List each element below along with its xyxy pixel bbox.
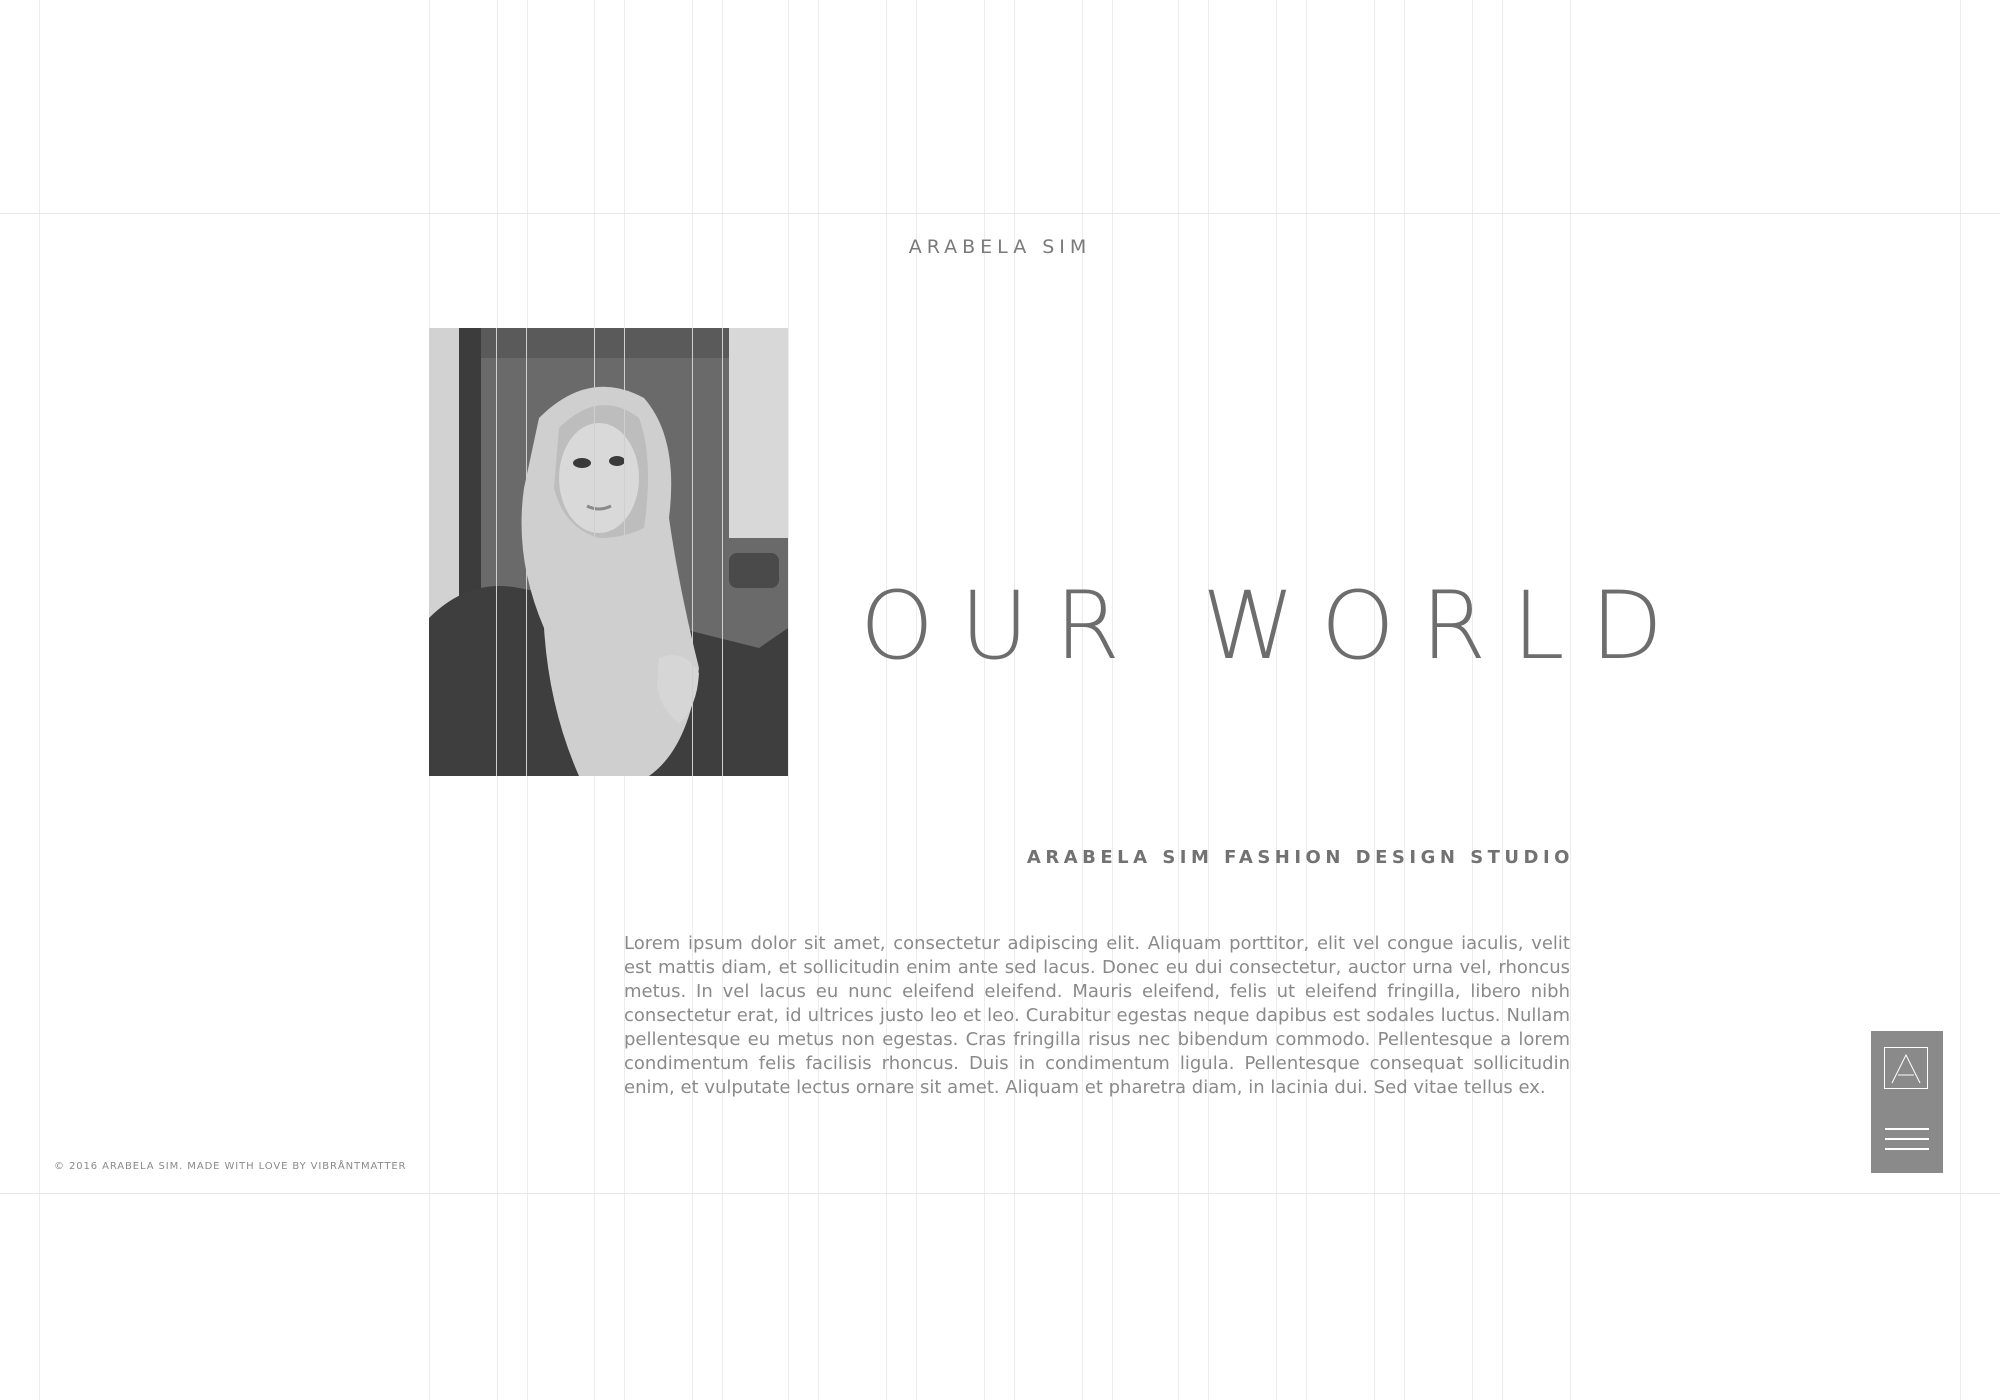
portrait-photo — [429, 328, 788, 776]
site-name[interactable]: ARABELA SIM — [0, 236, 2000, 258]
triangle-a-logo-icon[interactable] — [1884, 1047, 1928, 1089]
footer-copyright: © 2016 ARABELA SIM. MADE WITH LOVE BY VI… — [54, 1161, 407, 1172]
menu-widget[interactable] — [1871, 1031, 1943, 1173]
hamburger-menu-icon[interactable] — [1885, 1128, 1929, 1152]
background-grid — [0, 0, 2000, 1400]
studio-subheading: ARABELA SIM FASHION DESIGN STUDIO — [1026, 847, 1574, 868]
page-headline: OUR WORLD — [860, 572, 1689, 681]
intro-paragraph: Lorem ipsum dolor sit amet, consectetur … — [624, 933, 1570, 1098]
